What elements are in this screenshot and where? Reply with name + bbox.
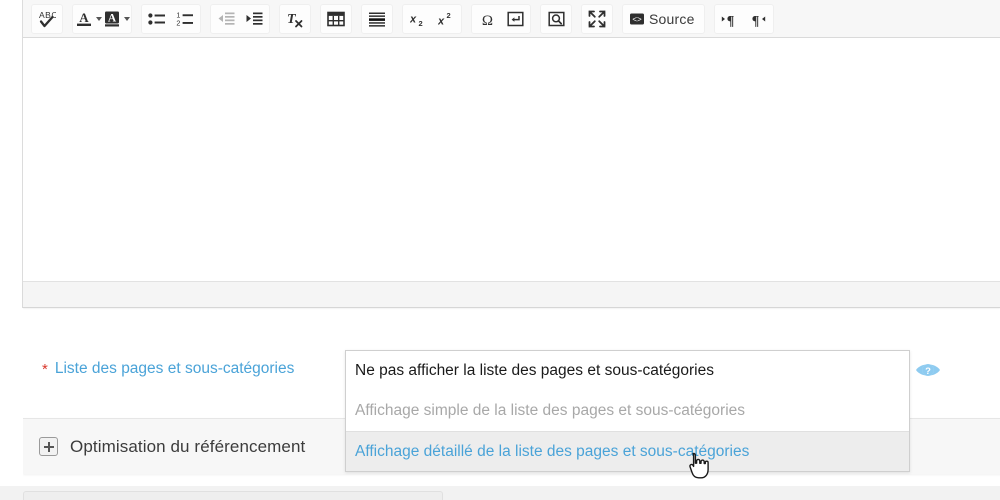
field-label-text: Liste des pages et sous-catégories — [54, 360, 295, 377]
select-option[interactable]: Ne pas afficher la liste des pages et so… — [346, 351, 909, 391]
bulleted-list-button[interactable] — [143, 6, 171, 32]
text-color-icon: A — [75, 10, 93, 28]
page-break-icon — [506, 11, 524, 27]
indent-group — [210, 4, 270, 34]
omega-icon: Ω — [479, 11, 496, 28]
remove-format-button[interactable]: T — [281, 6, 309, 32]
chevron-down-icon[interactable] — [95, 17, 102, 21]
source-button[interactable]: <> Source — [624, 6, 703, 32]
select-option[interactable]: Affichage détaillé de la liste des pages… — [346, 431, 909, 471]
numbered-list-button[interactable]: 12 — [171, 6, 199, 32]
table-icon — [327, 11, 345, 27]
editor-content-area[interactable] — [23, 38, 1000, 282]
maximize-arrows-icon — [588, 10, 606, 28]
horizontal-rule-group — [361, 4, 393, 34]
indent-icon — [245, 11, 263, 27]
svg-text:<>: <> — [632, 15, 642, 24]
svg-text:x: x — [438, 15, 445, 27]
svg-text:Ω: Ω — [481, 13, 492, 28]
outdent-icon — [217, 11, 235, 27]
remove-format-icon: T — [286, 10, 304, 28]
horizontal-rule-icon — [368, 11, 386, 28]
text-direction-ltr-button[interactable]: ¶ — [716, 6, 744, 32]
subscript-icon: x2 — [410, 11, 427, 28]
svg-text:2: 2 — [446, 11, 450, 20]
svg-text:A: A — [107, 13, 116, 25]
paragraph-ltr-icon: ¶ — [721, 11, 738, 28]
editor-status-bar — [23, 282, 1000, 308]
svg-text:T: T — [287, 12, 297, 27]
subscript-button[interactable]: x2 — [404, 6, 432, 32]
editor-toolbar: ABC A A 1 2 Tx 2 x 2 Ω <> Source ¶ ¶ — [23, 0, 1000, 38]
list-group: 12 — [141, 4, 201, 34]
background-color-icon: A — [103, 10, 121, 28]
svg-text:2: 2 — [176, 18, 180, 27]
svg-text:x: x — [410, 13, 417, 25]
field-label-group: * Liste des pages et sous-catégories — [42, 360, 294, 378]
maximize-group — [581, 4, 613, 34]
horizontal-rule-button[interactable] — [363, 6, 391, 32]
seo-panel-title: Optimisation du référencement — [70, 436, 306, 456]
page-list-select-dropdown[interactable]: Ne pas afficher la liste des pages et so… — [345, 350, 910, 472]
svg-text:¶: ¶ — [752, 14, 760, 28]
help-eye-icon[interactable]: ? — [915, 360, 941, 380]
svg-text:¶: ¶ — [727, 14, 735, 28]
special-character-button[interactable]: Ω — [473, 6, 501, 32]
source-button-label: Source — [649, 11, 695, 27]
bulleted-list-icon — [148, 11, 166, 27]
insert-table-button[interactable] — [322, 6, 350, 32]
abc-check-icon: ABC — [38, 10, 56, 28]
paragraph-rtl-icon: ¶ — [749, 11, 766, 28]
color-group: AA — [72, 4, 132, 34]
text-color-button[interactable]: A — [74, 6, 102, 32]
background-color-button[interactable]: A — [102, 6, 130, 32]
plus-box-icon[interactable] — [39, 437, 58, 456]
decrease-indent-button — [212, 6, 240, 32]
required-asterisk: * — [42, 361, 48, 378]
svg-text:2: 2 — [418, 19, 422, 28]
page-left-margin — [0, 410, 23, 480]
increase-indent-button[interactable] — [240, 6, 268, 32]
chevron-down-icon[interactable] — [123, 17, 130, 21]
remove-format-group: T — [279, 4, 311, 34]
superscript-icon: x2 — [438, 11, 455, 28]
source-code-icon: <> — [629, 11, 645, 27]
script-group: x2x2 — [402, 4, 462, 34]
svg-text:?: ? — [925, 366, 931, 377]
preview-magnifier-icon — [547, 11, 565, 27]
numbered-list-icon: 12 — [176, 11, 194, 27]
preview-group — [540, 4, 572, 34]
superscript-button[interactable]: x2 — [432, 6, 460, 32]
page-root: ABC A A 1 2 Tx 2 x 2 Ω <> Source ¶ ¶ Optimisation du … — [0, 0, 1000, 500]
preview-button[interactable] — [542, 6, 570, 32]
svg-text:ABC: ABC — [39, 10, 56, 20]
insert-group: Ω — [471, 4, 531, 34]
svg-text:A: A — [79, 10, 89, 25]
table-group — [320, 4, 352, 34]
source-group: <> Source — [622, 4, 705, 34]
text-direction-group: ¶ ¶ — [713, 4, 774, 34]
text-direction-rtl-button[interactable]: ¶ — [744, 6, 772, 32]
spellcheck-group: ABC — [31, 4, 63, 34]
select-option[interactable]: Affichage simple de la liste des pages e… — [346, 391, 909, 431]
bottom-panel-card[interactable] — [23, 491, 443, 500]
maximize-button[interactable] — [583, 6, 611, 32]
page-break-button[interactable] — [501, 6, 529, 32]
spell-check-button[interactable]: ABC — [33, 6, 61, 32]
